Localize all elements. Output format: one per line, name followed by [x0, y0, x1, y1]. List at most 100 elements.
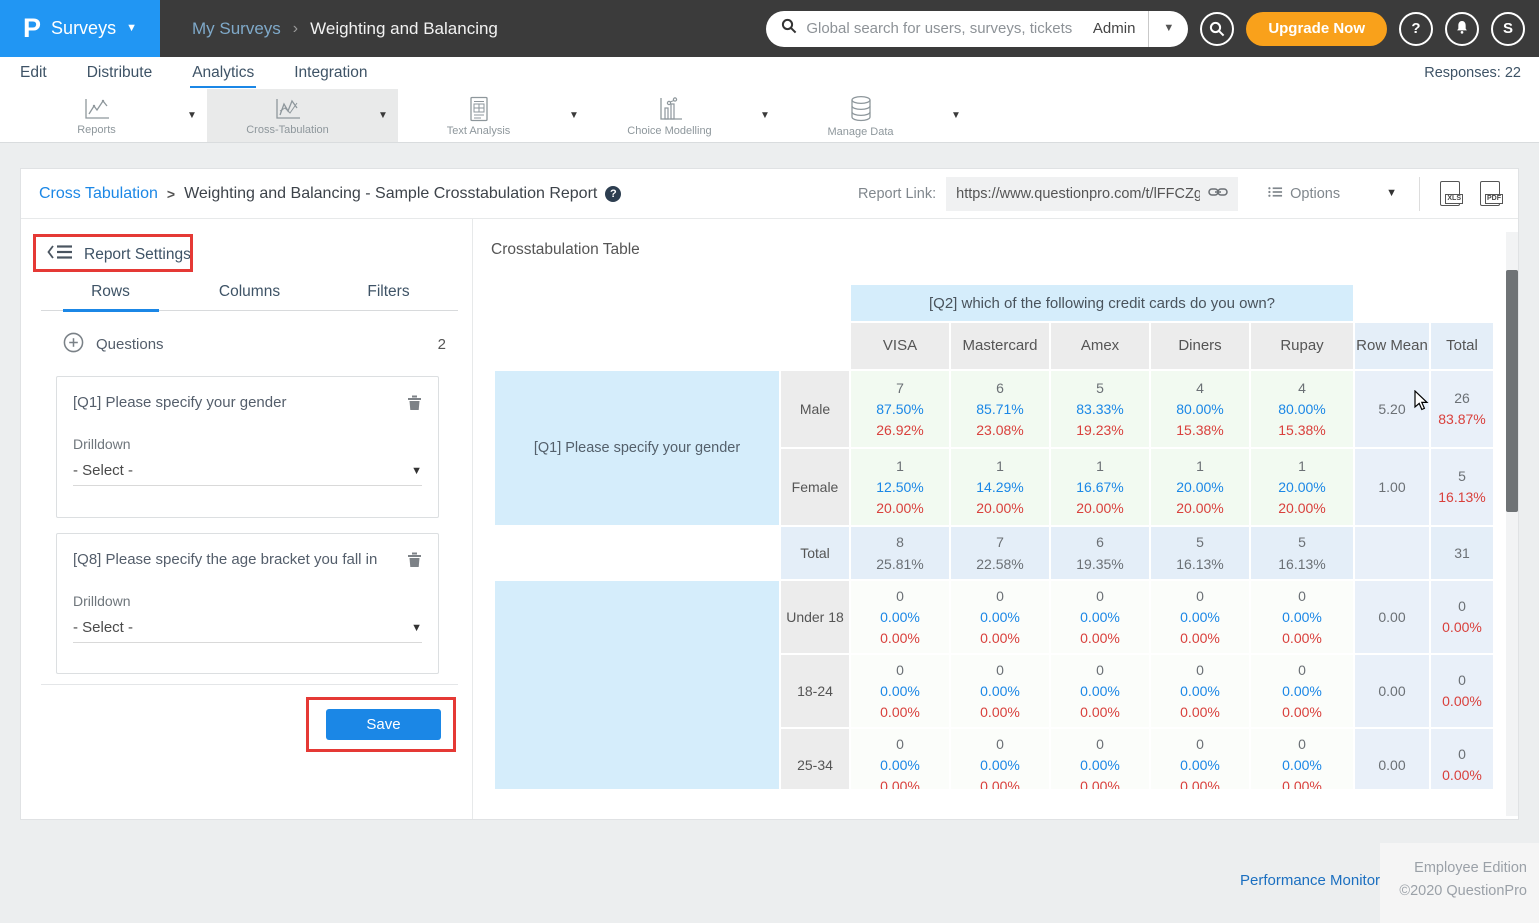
help-icon[interactable]: ?: [605, 186, 621, 202]
data-cell: 00.00%0.00%: [951, 655, 1049, 727]
questions-label: Questions: [96, 336, 164, 353]
data-cell: 00.00%0.00%: [1051, 729, 1149, 789]
toolbar-item-label: Reports: [77, 124, 116, 136]
chevron-down-icon[interactable]: ▼: [941, 89, 971, 142]
row-label: Under 18: [781, 581, 849, 653]
total-data-cell: 516.13%: [1251, 527, 1353, 579]
drilldown-select[interactable]: - Select - ▼: [73, 613, 422, 643]
chevron-down-icon[interactable]: ▼: [750, 89, 780, 142]
data-cell: 00.00%0.00%: [951, 729, 1049, 789]
search-scope-selector[interactable]: Admin: [1080, 20, 1149, 37]
bell-icon: [1454, 19, 1470, 39]
toolbar-item-text-analysis[interactable]: Text Analysis▼: [398, 89, 589, 142]
user-avatar[interactable]: S: [1491, 12, 1525, 46]
data-cell: 00.00%0.00%: [1151, 729, 1249, 789]
chevron-down-icon[interactable]: ▼: [177, 89, 207, 142]
column-question-header: [Q2] which of the following credit cards…: [851, 285, 1353, 321]
total-data-cell: 825.81%: [851, 527, 949, 579]
data-cell: 787.50%26.92%: [851, 371, 949, 447]
scrollbar-thumb[interactable]: [1506, 270, 1518, 512]
data-cell: 00.00%0.00%: [1051, 655, 1149, 727]
data-cell: 120.00%20.00%: [1251, 449, 1353, 525]
drilldown-label: Drilldown: [73, 436, 422, 452]
crosstab-table: [Q2] which of the following credit cards…: [493, 283, 1495, 789]
grand-total-cell: 31: [1431, 527, 1493, 579]
performance-monitor-link[interactable]: Performance Monitor: [1240, 872, 1380, 889]
data-cell: 00.00%0.00%: [851, 655, 949, 727]
data-cell: 00.00%0.00%: [1251, 581, 1353, 653]
chevron-down-icon: ▼: [126, 23, 137, 34]
question-card: [Q1] Please specify your genderDrilldown…: [56, 376, 439, 518]
options-menu[interactable]: Options: [1268, 186, 1340, 202]
help-button[interactable]: ?: [1399, 12, 1433, 46]
vertical-scrollbar[interactable]: [1506, 232, 1518, 816]
search-submit-button[interactable]: [1200, 12, 1234, 46]
search-input[interactable]: [806, 20, 1080, 37]
toolbar-item-manage-data[interactable]: Manage Data ▼: [780, 89, 971, 142]
nav-item-analytics[interactable]: Analytics: [190, 59, 256, 88]
row-total-cell: 00.00%: [1431, 581, 1493, 653]
report-settings-toggle[interactable]: Report Settings: [47, 244, 191, 265]
data-cell: 00.00%0.00%: [1251, 655, 1353, 727]
toolbar-item-cross-tabulation[interactable]: Cross-Tabulation ▼: [207, 89, 398, 142]
row-total-cell: 2683.87%: [1431, 371, 1493, 447]
upgrade-now-button[interactable]: Upgrade Now: [1246, 12, 1387, 46]
report-link-field[interactable]: https://www.questionpro.com/t/lFFCZg: [946, 177, 1238, 211]
trash-icon[interactable]: [407, 551, 422, 573]
nav-item-edit[interactable]: Edit: [18, 59, 49, 88]
total-data-cell: 722.58%: [951, 527, 1049, 579]
surveys-app-menu[interactable]: P Surveys ▼: [0, 0, 160, 57]
chevron-down-icon[interactable]: ▼: [1386, 188, 1397, 199]
export-pdf-button[interactable]: PDF: [1480, 181, 1500, 206]
row-total-cell: 00.00%: [1431, 729, 1493, 789]
edition-line1: Employee Edition: [1380, 857, 1527, 880]
column-header-amex: Amex: [1051, 323, 1149, 369]
data-cell: 120.00%20.00%: [1151, 449, 1249, 525]
question-card: [Q8] Please specify the age bracket you …: [56, 533, 439, 674]
add-question-icon[interactable]: [63, 332, 84, 357]
row-label: 18-24: [781, 655, 849, 727]
export-xls-button[interactable]: XLS: [1440, 181, 1460, 206]
data-cell: 116.67%20.00%: [1051, 449, 1149, 525]
save-button[interactable]: Save: [326, 709, 441, 740]
tab-rows[interactable]: Rows: [41, 283, 180, 310]
trash-icon[interactable]: [407, 394, 422, 416]
report-actions: Report Link: https://www.questionpro.com…: [858, 177, 1500, 211]
data-cell: 00.00%0.00%: [1151, 581, 1249, 653]
table-cell: [495, 527, 779, 579]
row-mean-header: Row Mean: [1355, 323, 1429, 369]
chevron-down-icon[interactable]: ▼: [1149, 23, 1188, 34]
link-icon[interactable]: [1208, 186, 1228, 202]
chevron-down-icon: ▼: [411, 622, 422, 634]
toolbar-item-reports[interactable]: Reports ▼: [16, 89, 207, 142]
nav-item-distribute[interactable]: Distribute: [85, 59, 154, 88]
collapse-menu-icon: [47, 244, 73, 265]
tab-filters[interactable]: Filters: [319, 283, 458, 310]
chevron-down-icon[interactable]: ▼: [368, 89, 398, 142]
cross-tabulation-link[interactable]: Cross Tabulation: [39, 185, 158, 203]
data-cell: 480.00%15.38%: [1151, 371, 1249, 447]
toolbar-item-label: Manage Data: [827, 126, 893, 138]
report-settings-panel: Report Settings RowsColumnsFilters Quest…: [21, 219, 473, 819]
total-data-cell: 619.35%: [1051, 527, 1149, 579]
notifications-button[interactable]: [1445, 12, 1479, 46]
global-search[interactable]: Admin ▼: [766, 11, 1188, 47]
select-value: - Select -: [73, 619, 133, 636]
toolbar-item-label: Cross-Tabulation: [246, 124, 329, 136]
table-cell: [1431, 285, 1493, 321]
drilldown-select[interactable]: - Select -▼: [73, 456, 422, 486]
nav-item-integration[interactable]: Integration: [292, 59, 369, 88]
breadcrumb-my-surveys[interactable]: My Surveys: [192, 19, 281, 39]
tab-columns[interactable]: Columns: [180, 283, 319, 310]
row-mean-cell: 0.00: [1355, 729, 1429, 789]
database-icon: [848, 95, 874, 123]
select-value: - Select -: [73, 462, 133, 479]
crosstab-area: Crosstabulation Table [Q2] which of the …: [473, 219, 1518, 819]
data-cell: 114.29%20.00%: [951, 449, 1049, 525]
drilldown-label: Drilldown: [73, 593, 422, 609]
column-header-mastercard: Mastercard: [951, 323, 1049, 369]
data-cell: 00.00%0.00%: [1151, 655, 1249, 727]
divider: [41, 684, 458, 685]
chevron-down-icon[interactable]: ▼: [559, 89, 589, 142]
toolbar-item-choice-modelling[interactable]: Choice Modelling▼: [589, 89, 780, 142]
